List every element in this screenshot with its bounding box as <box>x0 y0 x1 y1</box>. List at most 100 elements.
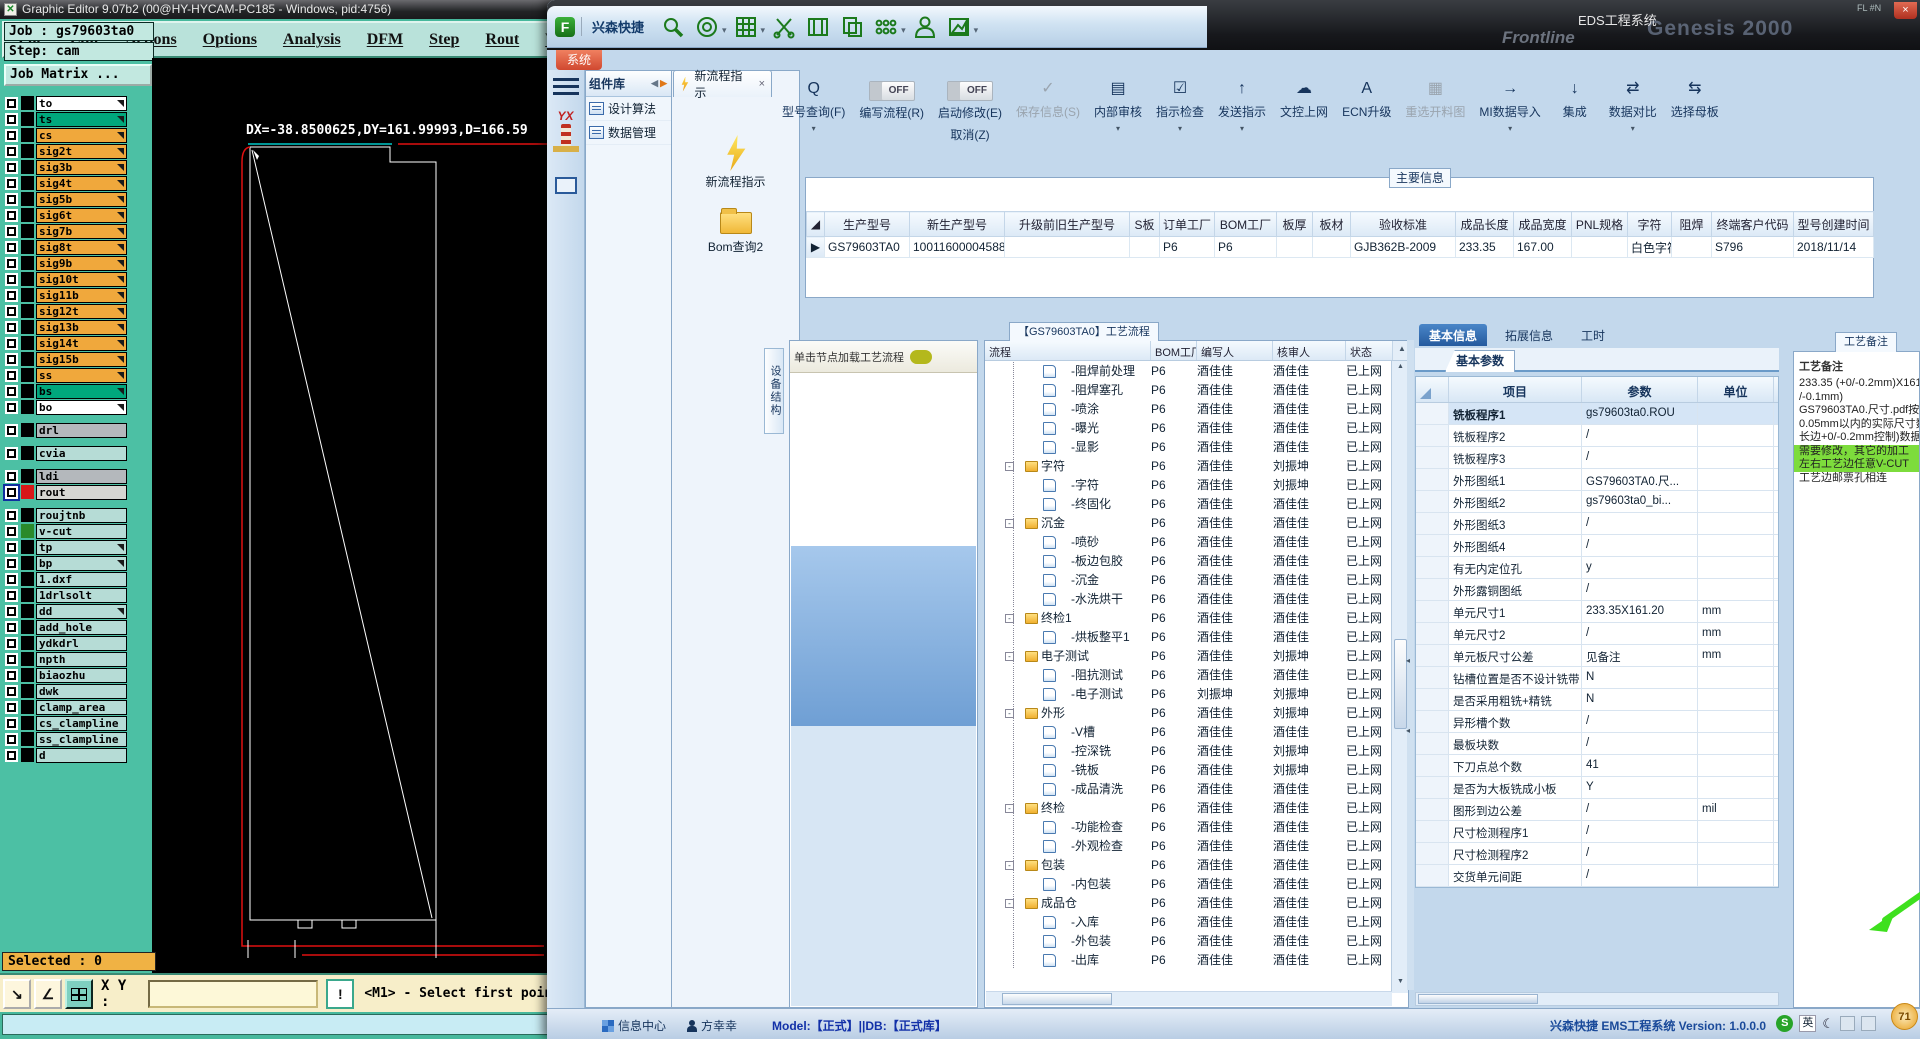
ribbon-button[interactable]: OFF 启动修改(E) 取消(Z) <box>931 70 1009 143</box>
tray-icon[interactable] <box>1861 1016 1876 1031</box>
cam-menu-item[interactable]: Step <box>429 31 459 49</box>
bom-query-item[interactable]: Bom查询2 <box>672 238 799 255</box>
layer-checkbox[interactable] <box>5 588 18 602</box>
tree-row[interactable]: - V槽 P6 酒佳佳 酒佳佳 已上网 <box>985 722 1391 741</box>
tree-row[interactable]: - 成品清洗 P6 酒佳佳 酒佳佳 已上网 <box>985 779 1391 798</box>
chevron-down-icon[interactable]: ▾ <box>1218 124 1266 133</box>
param-row[interactable]: 尺寸检测程序1 / <box>1416 821 1778 843</box>
layer-name[interactable]: drl <box>36 422 127 438</box>
column-header[interactable]: 成品长度 <box>1455 211 1514 237</box>
layer-row[interactable]: tp <box>5 539 127 555</box>
param-value[interactable]: y <box>1582 557 1698 578</box>
user-icon[interactable] <box>912 14 938 40</box>
layer-row[interactable]: 1.dxf <box>5 571 127 587</box>
layer-row[interactable]: sig7b <box>5 223 127 239</box>
tree-row[interactable]: - 水洗烘干 P6 酒佳佳 酒佳佳 已上网 <box>985 589 1391 608</box>
layer-checkbox[interactable] <box>5 572 18 586</box>
ribbon-button[interactable]: ⇄ 数据对比 ▾ <box>1602 70 1664 133</box>
layer-checkbox[interactable] <box>5 684 18 698</box>
layer-checkbox[interactable] <box>5 192 18 206</box>
ribbon-button[interactable]: ⇆ 选择母板 <box>1664 70 1726 120</box>
layer-checkbox[interactable] <box>5 240 18 254</box>
expand-collapse-icon[interactable]: - <box>1005 709 1014 718</box>
tab-new-flow-instruction[interactable]: 新流程指示 × <box>673 69 772 100</box>
subtab-basic-params[interactable]: 基本参数 <box>1445 350 1515 372</box>
tab-process-notes[interactable]: 工艺备注 <box>1835 332 1897 352</box>
close-tab-icon[interactable]: × <box>759 78 765 90</box>
zoom-tool-button[interactable]: ↘ <box>3 978 31 1009</box>
param-value[interactable]: / <box>1582 799 1698 820</box>
current-user-item[interactable]: 方幸幸 <box>687 1017 737 1034</box>
tree-row[interactable]: - 沉金 P6 酒佳佳 酒佳佳 已上网 <box>985 570 1391 589</box>
layer-checkbox[interactable] <box>5 288 18 302</box>
select-all-corner[interactable]: ◢ <box>806 211 825 237</box>
ribbon-button[interactable]: Q 型号查询(F) ▾ <box>775 70 852 133</box>
tree-row[interactable]: - 包装 P6 酒佳佳 酒佳佳 已上网 <box>985 855 1391 874</box>
layer-checkbox[interactable] <box>5 469 18 483</box>
layer-name[interactable]: sig2t <box>36 143 127 159</box>
layer-name[interactable]: sig15b <box>36 351 127 367</box>
layer-checkbox[interactable] <box>5 604 18 618</box>
ribbon-sub-action[interactable]: 取消(Z) <box>938 126 1002 143</box>
layer-name[interactable]: ss_clampline <box>36 731 127 747</box>
ribbon-button[interactable]: ▦ 重选开料图 <box>1398 70 1472 120</box>
layer-checkbox[interactable] <box>5 224 18 238</box>
cam-titlebar[interactable]: ✕ Graphic Editor 9.07b2 (00@HY-HYCAM-PC1… <box>0 0 560 19</box>
param-value[interactable]: / <box>1582 425 1698 446</box>
measure-tool-button[interactable]: ∠ <box>34 978 62 1009</box>
param-row[interactable]: 单元板尺寸公差 见备注 mm <box>1416 645 1778 667</box>
scroll-down-icon[interactable]: ▼ <box>1394 978 1407 991</box>
chevron-down-icon[interactable]: ▾ <box>1094 124 1142 133</box>
panel-splitter[interactable] <box>1406 340 1414 990</box>
param-value[interactable]: 41 <box>1582 755 1698 776</box>
tree-row[interactable]: - 字符 P6 酒佳佳 刘振坤 已上网 <box>985 456 1391 475</box>
column-header[interactable]: 生产型号 <box>824 211 910 237</box>
param-value[interactable]: gs79603ta0_bi... <box>1582 491 1698 512</box>
layer-name[interactable]: ldi <box>36 468 127 484</box>
tree-row[interactable]: - 电子测试 P6 刘振坤 刘振坤 已上网 <box>985 684 1391 703</box>
tree-row[interactable]: - 阻焊前处理 P6 酒佳佳 酒佳佳 已上网 <box>985 361 1391 380</box>
param-value[interactable]: / <box>1582 711 1698 732</box>
cam-menu-item[interactable]: Options <box>203 31 257 49</box>
layer-name[interactable]: biaozhu <box>36 667 127 683</box>
tray-app-icon[interactable]: S <box>1776 1015 1794 1032</box>
layer-name[interactable]: roujtnb <box>36 507 127 523</box>
tree-row[interactable]: - 板边包胶 P6 酒佳佳 酒佳佳 已上网 <box>985 551 1391 570</box>
tree-row[interactable]: - 外包装 P6 酒佳佳 酒佳佳 已上网 <box>985 931 1391 950</box>
param-row[interactable]: 是否采用粗铣+精铣 N <box>1416 689 1778 711</box>
film-icon[interactable] <box>805 14 831 40</box>
scrollbar-thumb[interactable] <box>1394 639 1407 729</box>
yx-lighthouse-icon[interactable]: YX <box>550 109 582 161</box>
param-value[interactable]: / <box>1582 733 1698 754</box>
layer-row[interactable]: roujtnb <box>5 507 127 523</box>
layer-checkbox[interactable] <box>5 423 18 437</box>
column-header[interactable]: 型号创建时间 <box>1793 211 1874 237</box>
param-value[interactable]: / <box>1582 513 1698 534</box>
layer-row[interactable]: ydkdrl <box>5 635 127 651</box>
param-row[interactable]: 交货单元间距 / <box>1416 865 1778 887</box>
layer-name[interactable]: sig11b <box>36 287 127 303</box>
layer-name[interactable]: sig13b <box>36 319 127 335</box>
chevron-down-icon[interactable]: ▾ <box>1479 124 1540 133</box>
expand-collapse-icon[interactable]: - <box>1005 899 1014 908</box>
layer-name[interactable]: rout <box>36 484 127 500</box>
param-col-value[interactable]: 参数 <box>1582 377 1698 402</box>
collapse-left-icon[interactable]: ◀ <box>651 78 658 89</box>
param-value[interactable]: 见备注 <box>1582 645 1698 666</box>
param-value[interactable]: N <box>1582 667 1698 688</box>
param-value[interactable]: gs79603ta0.ROU <box>1582 403 1698 424</box>
tree-col-factory[interactable]: BOM工厂 <box>1151 341 1197 360</box>
layer-name[interactable]: sig8t <box>36 239 127 255</box>
layer-row[interactable]: sig3b <box>5 159 127 175</box>
moon-icon[interactable]: ☾ <box>1822 1016 1834 1032</box>
xy-coordinate-input[interactable] <box>148 979 319 1008</box>
layer-name[interactable]: sig5b <box>36 191 127 207</box>
tree-row[interactable]: - 终检 P6 酒佳佳 酒佳佳 已上网 <box>985 798 1391 817</box>
param-row[interactable]: 外形露铜图纸 / <box>1416 579 1778 601</box>
expand-collapse-icon[interactable]: - <box>1005 519 1014 528</box>
info-center-item[interactable]: 信息中心 <box>602 1017 666 1034</box>
layer-row[interactable]: sig11b <box>5 287 127 303</box>
layer-name[interactable]: add_hole <box>36 619 127 635</box>
cam-menu-item[interactable]: Analysis <box>283 31 341 49</box>
layer-checkbox[interactable] <box>5 540 18 554</box>
